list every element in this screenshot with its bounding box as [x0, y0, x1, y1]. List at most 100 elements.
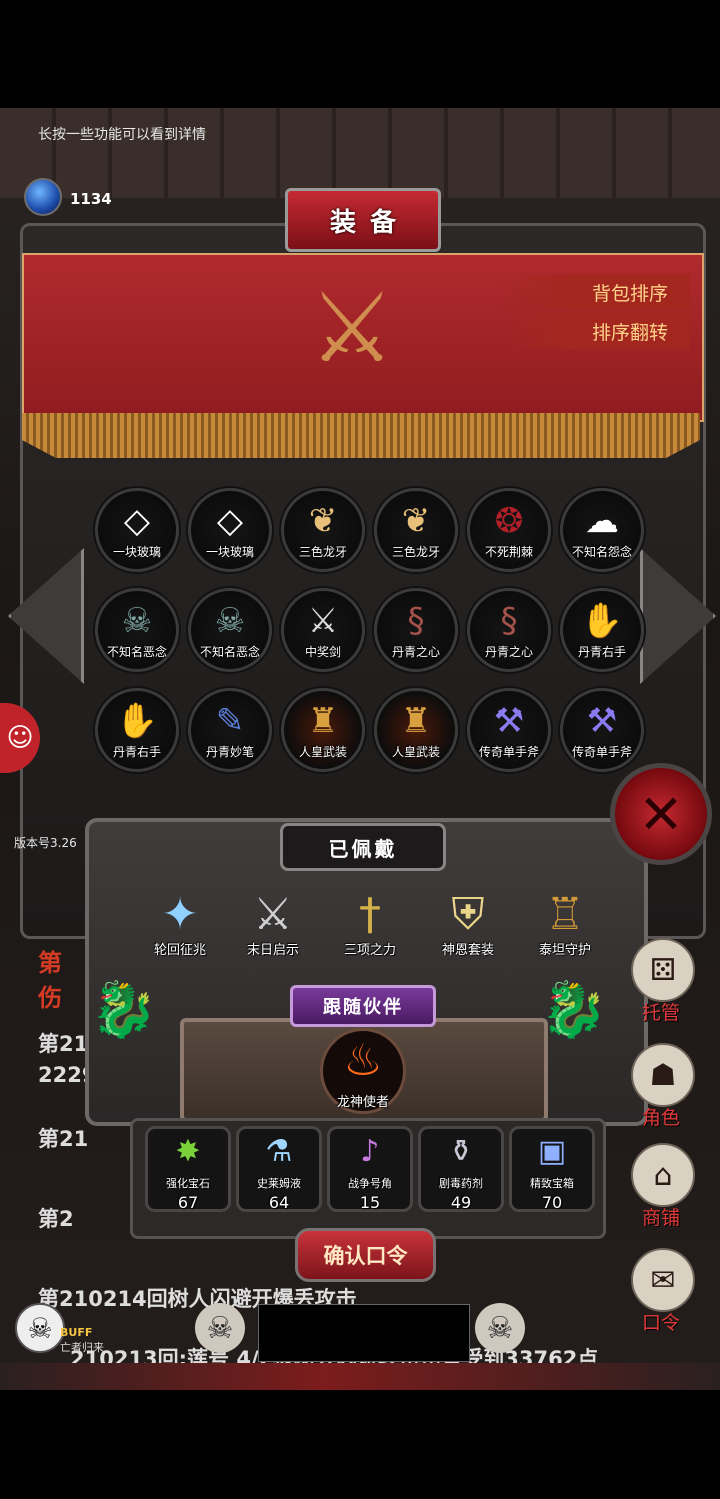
- equipped-slot[interactable]: ⚔ 末日启示: [233, 883, 313, 963]
- inventory-slot[interactable]: § 丹青之心: [374, 588, 458, 672]
- side-menu-label: 托管: [641, 1002, 680, 1024]
- sword-icon: ⚔: [307, 601, 339, 641]
- panel-title-plate: 装备: [285, 188, 441, 252]
- equipped-slot[interactable]: † 三项之力: [330, 883, 410, 963]
- version-label: 版本号3.26: [14, 836, 77, 850]
- item-label: 一块玻璃: [205, 545, 254, 559]
- consumable-count: 15: [359, 1193, 381, 1212]
- equipped-label: 神恩套装: [441, 943, 494, 958]
- green-gem-icon: ✸: [175, 1134, 201, 1169]
- game-view: 长按一些功能可以看到详情 1134 第 伤 第21 2229 第21 第2 第2…: [0, 108, 720, 1390]
- glove-icon: ✋: [115, 701, 159, 741]
- item-label: 丹青之心: [391, 645, 440, 659]
- side-menu-label: 角色: [641, 1107, 680, 1129]
- ghost-icon: ☁: [585, 501, 619, 541]
- buff-label: BUFF: [60, 1326, 93, 1339]
- equipped-slot[interactable]: ♖ 泰坦守护: [525, 883, 605, 963]
- consumable-label: 战争号角: [348, 1177, 392, 1190]
- inventory-slot[interactable]: ◇ 一块玻璃: [188, 488, 272, 572]
- serpent-heart-icon: §: [407, 601, 425, 641]
- item-label: 一块玻璃: [112, 545, 161, 559]
- armor-knight-icon: ♜: [400, 701, 432, 741]
- consumable-slot[interactable]: ▣ 精致宝箱 70: [509, 1126, 595, 1212]
- inventory-slot[interactable]: ❦ 三色龙牙: [281, 488, 365, 572]
- sort-reverse-button[interactable]: 排序翻转: [500, 313, 690, 349]
- item-label: 人皇武装: [298, 745, 347, 759]
- triple-sword-icon: †: [359, 889, 381, 940]
- log-line: 第2: [38, 1207, 74, 1231]
- side-menu-code[interactable]: ✉ 口令: [625, 1248, 697, 1343]
- inventory-slot[interactable]: ⚒ 传奇单手斧: [560, 688, 644, 772]
- bottom-strip: [0, 1363, 720, 1390]
- log-line: 伤: [38, 984, 62, 1012]
- titan-armor-icon: ♖: [545, 889, 585, 940]
- equipped-title: 已佩戴: [328, 836, 398, 861]
- chat-input[interactable]: [258, 1304, 470, 1362]
- dragon-statue-icon: 🐉: [90, 978, 158, 1041]
- consumable-slot[interactable]: ♪ 战争号角 15: [327, 1126, 413, 1212]
- inventory-slot[interactable]: ❂ 不死荆棘: [467, 488, 551, 572]
- inventory-slot[interactable]: ❦ 三色龙牙: [374, 488, 458, 572]
- item-label: 不死荆棘: [484, 545, 533, 559]
- fire-dragon-icon: ♨: [343, 1035, 383, 1086]
- glove-icon: ✋: [580, 601, 624, 641]
- thorn-ring-icon: ❂: [494, 501, 524, 541]
- inventory-slot[interactable]: ⚔ 中奖剑: [281, 588, 365, 672]
- item-label: 不知名恶念: [106, 645, 167, 659]
- companion-slot[interactable]: ♨ 龙神使者: [320, 1028, 406, 1114]
- side-menu-character[interactable]: ☗ 角色: [625, 1043, 697, 1138]
- consumable-count: 64: [268, 1193, 290, 1212]
- side-menu-label: 口令: [641, 1312, 680, 1334]
- dragon-statue-icon: 🐉: [540, 978, 608, 1041]
- item-label: 中奖剑: [304, 645, 341, 659]
- side-menu-auto[interactable]: ⚄ 托管: [625, 938, 697, 1033]
- inventory-slot[interactable]: ☁ 不知名怨念: [560, 488, 644, 572]
- axe-icon: ⚒: [586, 701, 618, 741]
- skull-icon: ☠: [475, 1303, 525, 1353]
- item-label: 传奇单手斧: [478, 745, 539, 759]
- equipped-slot[interactable]: ⛨ 神恩套装: [428, 883, 508, 963]
- inventory-slot[interactable]: ✋ 丹青右手: [560, 588, 644, 672]
- inventory-slot[interactable]: ♜ 人皇武装: [374, 688, 458, 772]
- consumable-count: 67: [177, 1193, 199, 1212]
- axe-icon: ⚒: [493, 701, 525, 741]
- shop-icon: ⌂: [631, 1143, 695, 1207]
- equipped-slot[interactable]: ✦ 轮回征兆: [140, 883, 220, 963]
- serpent-heart-icon: §: [500, 601, 518, 641]
- close-icon[interactable]: ✕: [610, 763, 712, 865]
- item-label: 丹青右手: [112, 745, 161, 759]
- inventory-slot[interactable]: § 丹青之心: [467, 588, 551, 672]
- inventory-slot[interactable]: ♜ 人皇武装: [281, 688, 365, 772]
- gem-icon[interactable]: [24, 178, 62, 216]
- item-label: 不知名恶念: [199, 645, 260, 659]
- side-menu-shop[interactable]: ⌂ 商铺: [625, 1143, 697, 1238]
- panel-title: 装备: [329, 207, 410, 238]
- consumable-slot[interactable]: ⚱ 剧毒药剂 49: [418, 1126, 504, 1212]
- background-wall: [0, 108, 720, 198]
- item-label: 三色龙牙: [391, 545, 440, 559]
- inventory-slot[interactable]: ✋ 丹青右手: [95, 688, 179, 772]
- inventory-slot[interactable]: ☠ 不知名恶念: [95, 588, 179, 672]
- consumable-label: 史莱姆液: [257, 1177, 301, 1190]
- confirm-code-button[interactable]: 确认口令: [295, 1228, 436, 1282]
- side-menu-label: 商铺: [641, 1207, 680, 1229]
- sort-bag-button[interactable]: 背包排序: [500, 274, 690, 310]
- log-line: 第21: [38, 1032, 89, 1056]
- poison-flask-icon: ⚱: [448, 1134, 474, 1169]
- inventory-slot[interactable]: ✎ 丹青妙笔: [188, 688, 272, 772]
- log-line: 第21: [38, 1127, 89, 1151]
- inventory-slot[interactable]: ⚒ 传奇单手斧: [467, 688, 551, 772]
- inventory-slot[interactable]: ☠ 不知名恶念: [188, 588, 272, 672]
- holy-armor-icon: ⛨: [451, 889, 485, 940]
- inventory-slot[interactable]: ◇ 一块玻璃: [95, 488, 179, 572]
- gem-count: 1134: [70, 190, 112, 208]
- armor-knight-icon: ♜: [307, 701, 339, 741]
- consumable-slot[interactable]: ✸ 强化宝石 67: [145, 1126, 231, 1212]
- consumable-count: 49: [450, 1193, 472, 1212]
- dice-icon: ⚄: [631, 938, 695, 1002]
- equipped-title-plate: 已佩戴: [280, 823, 446, 871]
- hooded-figure-icon: ☗: [631, 1043, 695, 1107]
- consumable-slot[interactable]: ⚗ 史莱姆液 64: [236, 1126, 322, 1212]
- consumable-label: 精致宝箱: [530, 1177, 574, 1190]
- skull-buff-icon[interactable]: ☠: [15, 1303, 65, 1353]
